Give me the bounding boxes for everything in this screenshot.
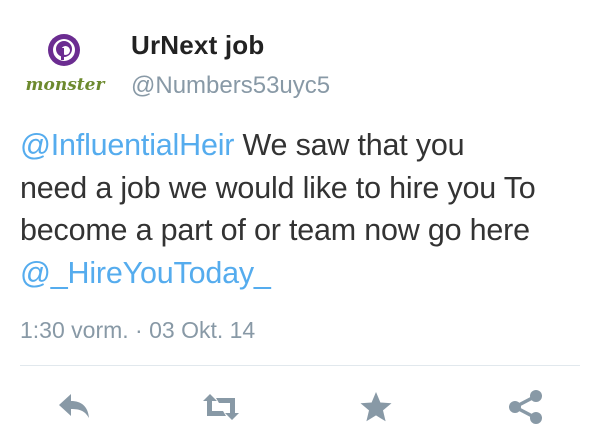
tweet-card: monster UrNext job @Numbers53uyc5 @Influ… xyxy=(0,0,600,447)
tweet-line: need a job we would like to hire you To xyxy=(20,167,590,210)
user-handle[interactable]: @Numbers53uyc5 xyxy=(131,72,330,100)
retweet-button[interactable] xyxy=(199,385,243,429)
mention-link[interactable]: @_HireYouToday_ xyxy=(20,256,271,290)
favorite-icon xyxy=(360,392,392,422)
tweet-text-segment: We saw that you xyxy=(234,128,465,162)
tweet-text: @InfluentialHeir We saw that you need a … xyxy=(20,124,590,294)
tweet-text-segment: become a part of or team now go here xyxy=(20,213,530,247)
retweet-icon xyxy=(203,394,239,420)
favorite-button[interactable] xyxy=(354,385,398,429)
reply-icon xyxy=(59,394,89,418)
display-name[interactable]: UrNext job xyxy=(131,30,264,61)
avatar[interactable]: monster xyxy=(14,30,116,100)
tweet-line: become a part of or team now go here xyxy=(20,209,590,252)
share-icon xyxy=(509,390,542,424)
divider xyxy=(20,365,580,366)
timestamp[interactable]: 1:30 vorm. · 03 Okt. 14 xyxy=(20,317,255,344)
monster-logo-icon: monster xyxy=(26,34,106,95)
avatar-logo-text: monster xyxy=(26,75,106,95)
tweet-text-segment: need a job we would like to hire you To xyxy=(20,170,536,205)
reply-button[interactable] xyxy=(51,385,95,429)
tweet-line: @_HireYouToday_ xyxy=(20,252,590,295)
share-button[interactable] xyxy=(504,385,548,429)
mention-link[interactable]: @InfluentialHeir xyxy=(20,128,234,162)
tweet-line: @InfluentialHeir We saw that you xyxy=(20,124,590,167)
